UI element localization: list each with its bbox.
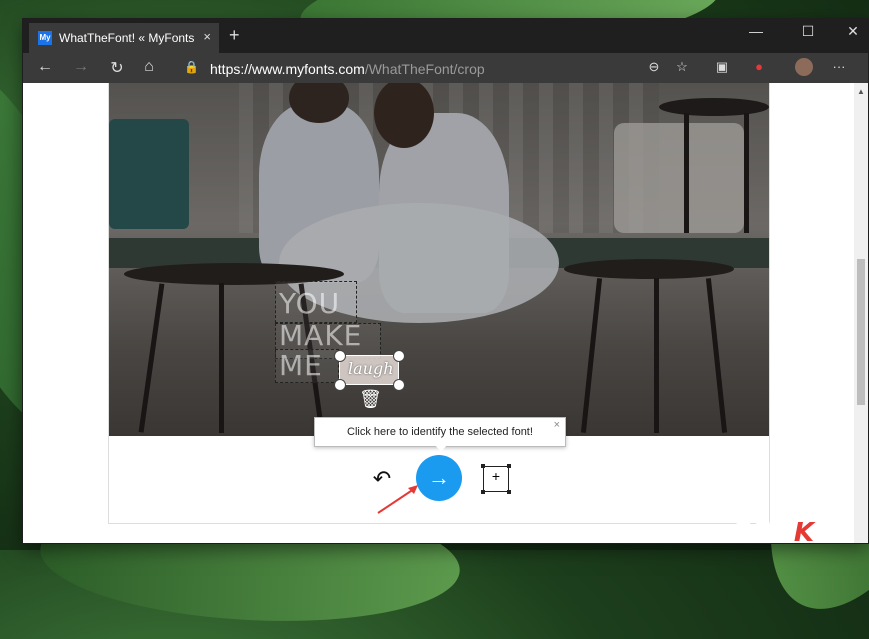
corner-dot: [507, 490, 511, 494]
overlay-text-line: MAKE: [279, 319, 363, 352]
url-host: https://www.myfonts.com: [210, 61, 365, 77]
tooltip-pointer: [435, 445, 447, 452]
url-path: /WhatTheFont/crop: [364, 61, 485, 77]
address-bar[interactable]: 🔒 https://www.myfonts.com/WhatTheFont/cr…: [168, 57, 698, 79]
profile-avatar[interactable]: [795, 58, 813, 76]
overlay-text-line: ME: [279, 349, 323, 382]
close-window-button[interactable]: ✕: [833, 23, 869, 40]
crop-handle-bottom-left[interactable]: [334, 379, 346, 391]
url-text: https://www.myfonts.com/WhatTheFont/crop: [210, 61, 485, 77]
annotation-red-arrow: [377, 485, 418, 514]
forward-button[interactable]: →: [69, 58, 93, 76]
trash-icon[interactable]: 🗑: [359, 389, 382, 410]
add-selection-box-button[interactable]: +: [481, 464, 511, 494]
refresh-button[interactable]: ↻: [105, 58, 129, 78]
crop-card: YOU MAKE ME laugh 🗑 Click here to identi…: [108, 83, 770, 524]
maximize-button[interactable]: ☐: [788, 23, 828, 40]
selected-crop-box[interactable]: laugh: [339, 355, 399, 385]
scroll-thumb[interactable]: [857, 259, 865, 405]
tab-close-icon[interactable]: ×: [203, 29, 211, 44]
ublock-extension-icon[interactable]: ●: [748, 59, 770, 74]
favorite-star-icon[interactable]: ☆: [671, 59, 693, 75]
tooltip-text: Click here to identify the selected font…: [347, 426, 533, 438]
minimize-button[interactable]: —: [736, 23, 776, 39]
genk-watermark: GENK: [730, 518, 815, 548]
scroll-up-icon[interactable]: ▲: [857, 87, 865, 96]
watermark-k: K: [793, 518, 816, 548]
home-button[interactable]: ⌂: [137, 58, 161, 76]
crop-handle-top-left[interactable]: [334, 350, 346, 362]
arrow-right-icon: →: [428, 465, 450, 490]
lock-icon: 🔒: [184, 60, 199, 74]
crop-handle-bottom-right[interactable]: [393, 379, 405, 391]
plus-icon: +: [491, 468, 501, 484]
identify-tooltip: Click here to identify the selected font…: [314, 417, 566, 452]
myfonts-favicon-icon: My: [38, 31, 52, 45]
more-menu-icon[interactable]: ···: [828, 59, 850, 74]
photo-dim-overlay: [109, 83, 769, 436]
tab-title: WhatTheFont! « MyFonts: [59, 31, 195, 45]
watermark-gen: GEN: [730, 518, 794, 548]
crop-handle-top-right[interactable]: [393, 350, 405, 362]
tab-bar: My WhatTheFont! « MyFonts × + — ☐ ✕: [23, 19, 868, 53]
back-button[interactable]: ←: [33, 58, 57, 76]
navigation-bar: ← → ↻ ⌂ 🔒 https://www.myfonts.com/WhatTh…: [23, 53, 868, 83]
new-tab-button[interactable]: +: [229, 25, 240, 46]
tooltip-close-icon[interactable]: ×: [554, 419, 560, 431]
tab-whatthefont[interactable]: My WhatTheFont! « MyFonts ×: [29, 23, 219, 53]
uploaded-photo: YOU MAKE ME laugh 🗑: [109, 83, 769, 436]
crop-text: laugh: [348, 359, 394, 378]
vertical-scrollbar[interactable]: ▲: [854, 83, 868, 543]
zoom-icon[interactable]: ⊖: [643, 59, 665, 75]
overlay-text-line: YOU: [279, 287, 341, 320]
extension-icon[interactable]: ▣: [711, 59, 733, 75]
browser-window: My WhatTheFont! « MyFonts × + — ☐ ✕ ← → …: [23, 19, 868, 543]
page-viewport: YOU MAKE ME laugh 🗑 Click here to identi…: [23, 83, 868, 543]
corner-dot: [481, 490, 485, 494]
